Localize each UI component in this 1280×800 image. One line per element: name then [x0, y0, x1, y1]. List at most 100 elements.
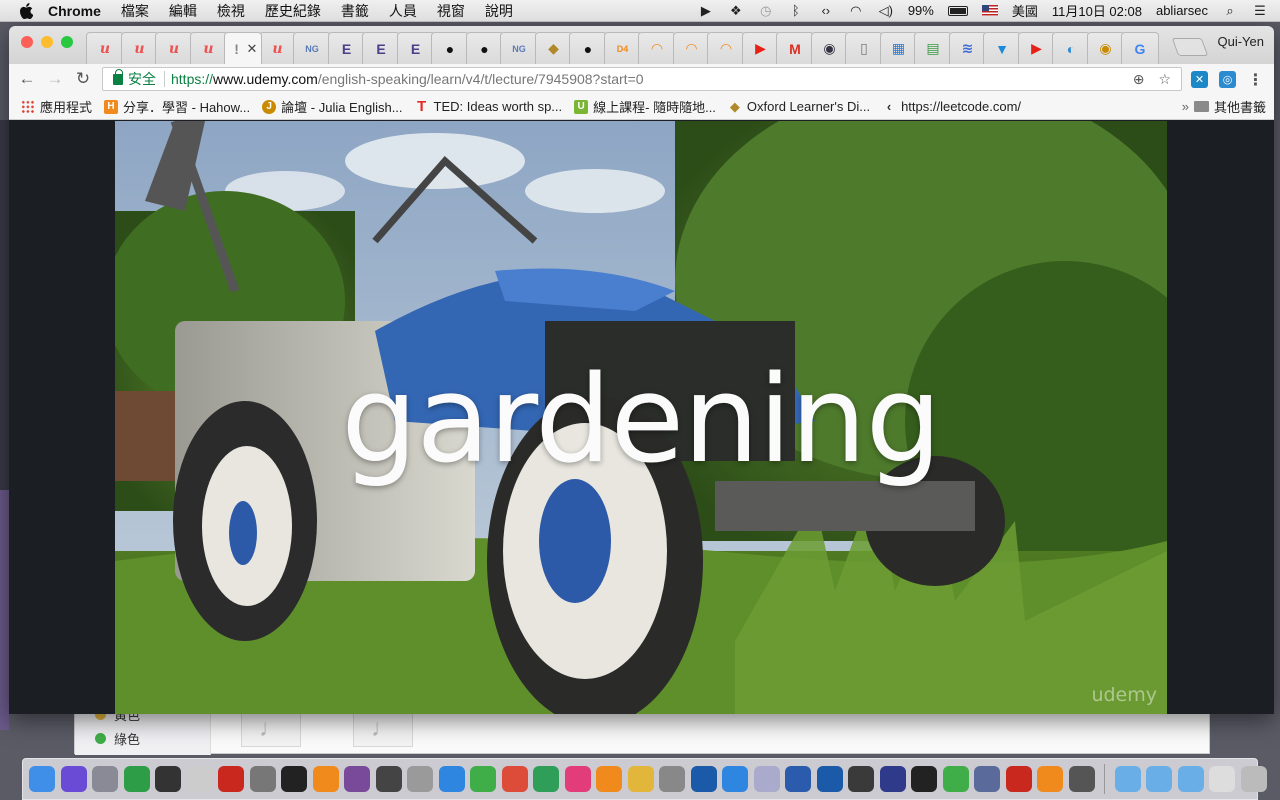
sourcetree-icon[interactable] — [533, 766, 559, 792]
word-icon[interactable] — [785, 766, 811, 792]
tag-green[interactable]: 綠色 — [95, 729, 140, 748]
photos-icon[interactable] — [627, 766, 654, 792]
reload-button[interactable]: ↻ — [73, 69, 93, 89]
finder-icon[interactable] — [29, 766, 55, 792]
stream-icon[interactable] — [879, 766, 906, 792]
atom-icon[interactable] — [942, 766, 969, 792]
bluetooth-icon[interactable]: ᛒ — [788, 3, 804, 19]
wifi-scanner-icon[interactable] — [722, 766, 748, 792]
sequel-pro-icon[interactable] — [659, 766, 685, 792]
tab[interactable]: u — [258, 32, 297, 64]
battery-percent[interactable]: 99% — [908, 3, 934, 18]
back-button[interactable]: ← — [17, 69, 37, 89]
acrobat-icon[interactable] — [1005, 766, 1032, 792]
bookmark-item[interactable]: ◆ Oxford Learner's Di... — [728, 99, 870, 115]
music-note-icon[interactable]: ♩ — [353, 709, 413, 747]
tab[interactable]: E — [362, 32, 400, 64]
tab[interactable]: M — [776, 32, 814, 64]
facetime-icon[interactable] — [470, 766, 496, 792]
tab[interactable]: ◆ — [534, 32, 573, 64]
menu-history[interactable]: 歷史紀錄 — [265, 1, 321, 21]
tab[interactable]: ▶ — [1017, 32, 1056, 64]
music-note-icon[interactable]: ♩ — [241, 709, 301, 747]
preview-icon[interactable] — [753, 766, 780, 792]
chevron-double-right-icon[interactable]: » — [1182, 99, 1189, 114]
zoom-window-button[interactable] — [61, 36, 73, 48]
menu-kebab-icon[interactable]: ⋮ — [1247, 71, 1264, 89]
tab[interactable]: ● — [465, 32, 504, 64]
bookmark-item[interactable]: T TED: Ideas worth sp... — [415, 98, 562, 115]
dropbox-icon[interactable]: ❖ — [728, 3, 744, 19]
tab[interactable]: ◉ — [1086, 32, 1125, 64]
secure-label[interactable]: 安全 — [128, 69, 156, 89]
bookmark-star-icon[interactable]: ☆ — [1158, 71, 1171, 88]
bookmark-item[interactable]: 應用程式 — [21, 97, 92, 116]
tab[interactable]: u — [86, 32, 124, 64]
us-flag-icon[interactable] — [981, 5, 998, 16]
tab[interactable]: ◠ — [707, 32, 745, 64]
menubar-clock[interactable]: 11月10日 02:08 — [1052, 1, 1142, 20]
bookmark-item[interactable]: ‹ https://leetcode.com/ — [882, 99, 1021, 114]
launchpad-icon[interactable] — [92, 766, 118, 792]
tab[interactable]: E — [396, 32, 435, 64]
system-preferences-icon[interactable] — [249, 766, 276, 792]
bookmark-item[interactable]: J 論壇 - Julia English... — [262, 97, 403, 116]
other-bookmarks[interactable]: » 其他書籤 — [1182, 97, 1266, 116]
tab[interactable]: ● — [569, 32, 607, 64]
lecture-video-player[interactable]: gardening udemy — [115, 121, 1167, 714]
time-machine-icon[interactable]: ◷ — [758, 3, 774, 19]
tab[interactable]: u — [120, 32, 159, 64]
forward-button[interactable]: → — [45, 69, 65, 89]
menu-window[interactable]: 視窗 — [437, 1, 465, 21]
filezilla-icon[interactable] — [218, 766, 244, 792]
siri-icon[interactable] — [60, 766, 87, 792]
documents-folder-icon[interactable] — [1146, 766, 1172, 792]
tab[interactable]: NG — [293, 32, 331, 64]
tor-icon[interactable] — [344, 766, 370, 792]
tab[interactable]: ◉ — [810, 32, 849, 64]
apple-icon[interactable] — [18, 2, 34, 19]
tab[interactable]: ▶ — [741, 32, 780, 64]
tab[interactable]: u — [189, 32, 228, 64]
tab[interactable]: ▤ — [914, 32, 952, 64]
activity-monitor-icon[interactable] — [848, 766, 874, 792]
new-tab-button[interactable] — [1171, 38, 1209, 56]
volume-icon[interactable]: ◁) — [878, 3, 894, 19]
tab[interactable]: ● — [431, 32, 469, 64]
input-source-label[interactable]: 美國 — [1012, 1, 1038, 20]
tab[interactable]: ≋ — [948, 32, 987, 64]
profile-name[interactable]: Qui-Yen — [1218, 34, 1265, 49]
tab[interactable]: NG — [500, 32, 538, 64]
tab[interactable]: ◐ — [1052, 32, 1090, 64]
tab[interactable]: ▦ — [879, 32, 918, 64]
tab[interactable]: G — [1121, 32, 1159, 64]
tab-active[interactable]: ! ✕ — [224, 32, 262, 64]
notification-center-icon[interactable]: ☰ — [1252, 3, 1268, 19]
menu-people[interactable]: 人員 — [389, 1, 417, 21]
menu-bookmarks[interactable]: 書籤 — [341, 1, 369, 21]
minimize-window-button[interactable] — [41, 36, 53, 48]
lock-icon[interactable] — [113, 68, 123, 85]
camera-icon[interactable] — [375, 766, 402, 792]
tab[interactable]: D4 — [603, 32, 642, 64]
close-tab-icon[interactable]: ✕ — [247, 41, 258, 57]
close-window-button[interactable] — [21, 36, 33, 48]
menubar-user[interactable]: abliarsec — [1156, 3, 1208, 18]
evernote-icon[interactable] — [123, 766, 150, 792]
wifi-icon[interactable]: ◠ — [848, 3, 864, 19]
spotlight-search-icon[interactable]: ⌕ — [1222, 3, 1238, 19]
extension-x-icon[interactable]: ✕ — [1191, 71, 1208, 88]
tab[interactable]: ▼ — [983, 32, 1021, 64]
address-bar[interactable]: 安全 https:// www.udemy.com /english-speak… — [102, 67, 1182, 91]
tab[interactable]: ▯ — [845, 32, 883, 64]
mission-control-icon[interactable] — [155, 766, 181, 792]
textedit-icon[interactable] — [186, 766, 213, 792]
virtualbox-icon[interactable] — [690, 766, 717, 792]
applications-folder-icon[interactable] — [1114, 766, 1141, 792]
script-editor-icon[interactable] — [407, 766, 433, 792]
tab[interactable]: ◠ — [672, 32, 711, 64]
quicktime-icon[interactable] — [816, 766, 843, 792]
chrome-icon[interactable] — [501, 766, 528, 792]
bookmark-item[interactable]: H 分享．學習 - Hahow... — [104, 97, 250, 116]
app-menu-chrome[interactable]: Chrome — [48, 3, 101, 19]
